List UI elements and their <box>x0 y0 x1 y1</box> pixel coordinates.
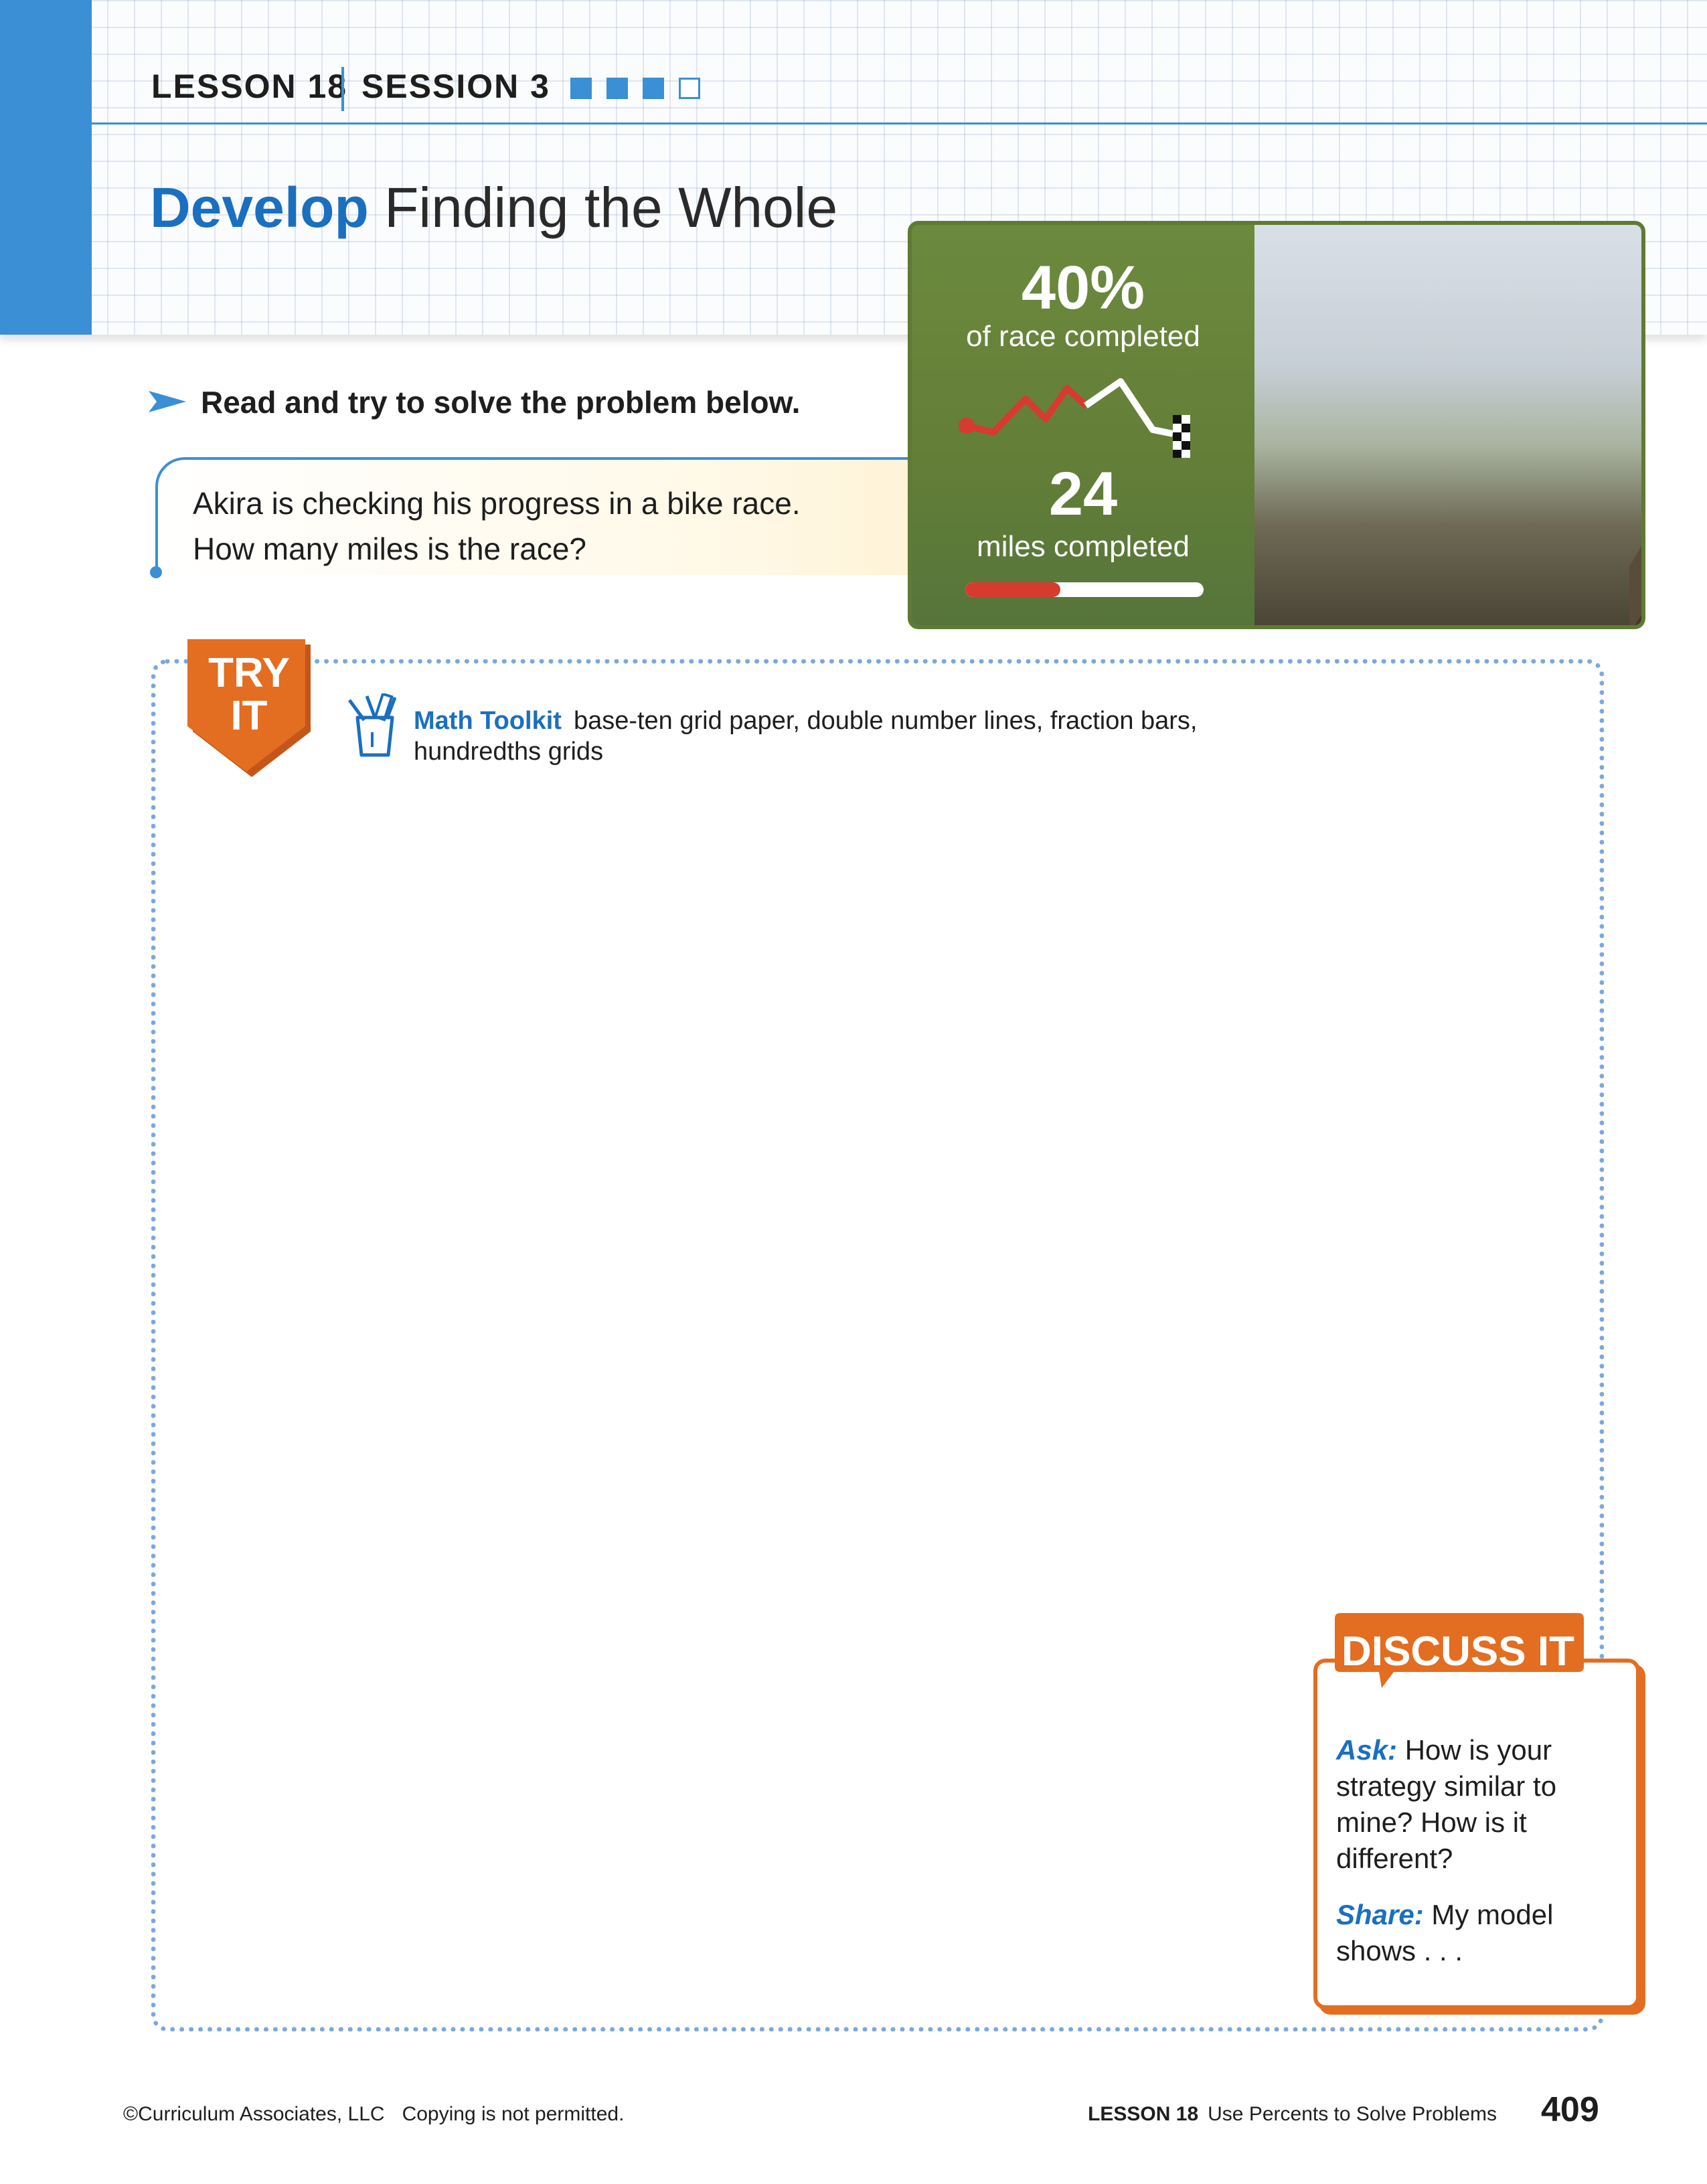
problem-line-1: Akira is checking his progress in a bike… <box>193 486 801 521</box>
page-number: 409 <box>1541 2090 1599 2129</box>
session-progress <box>570 78 700 99</box>
instruction-text: Read and try to solve the problem below. <box>201 385 801 420</box>
footer-left: ©Curriculum Associates, LLC Copying is no… <box>123 2103 624 2126</box>
page-title: Develop Finding the Whole <box>150 175 837 240</box>
percent-completed-label: of race completed <box>966 320 1200 353</box>
pencil-cup-icon <box>347 693 397 757</box>
lesson-session-divider <box>341 67 344 111</box>
race-progress-bar <box>965 582 1204 597</box>
miles-completed-label: miles completed <box>977 530 1190 563</box>
discuss-share: Share: My model shows . . . <box>1336 1897 1617 1969</box>
checkered-flag-icon <box>1173 415 1190 458</box>
math-toolkit-label: Math Toolkit <box>414 707 562 735</box>
math-toolkit-items-2: hundredths grids <box>414 738 604 766</box>
try-it-label-line-2: IT <box>230 693 268 739</box>
arrow-right-icon <box>149 391 186 412</box>
problem-callout-dot <box>150 566 162 578</box>
session-progress-square-done <box>606 78 628 99</box>
page-title-topic: Finding the Whole <box>384 176 838 239</box>
race-progress-bar-fill <box>965 582 1061 597</box>
header-rule <box>92 122 1707 124</box>
header-color-tab <box>0 0 92 335</box>
mountain-biker-image <box>1629 546 1641 625</box>
discuss-share-label: Share: <box>1336 1899 1424 1930</box>
math-toolkit: Math Toolkit base-ten grid paper, double … <box>414 705 1284 767</box>
math-toolkit-items: base-ten grid paper, double number lines… <box>573 707 1198 735</box>
session-label: SESSION 3 <box>361 68 550 105</box>
session-progress-square-todo <box>679 78 700 99</box>
try-it-label: TRY IT <box>189 652 309 738</box>
footer-copyright: ©Curriculum Associates, LLC <box>123 2103 385 2125</box>
problem-text: Akira is checking his progress in a bike… <box>193 481 801 572</box>
race-route-icon <box>959 378 1190 458</box>
footer-right: LESSON 18 Use Percents to Solve Problems <box>1088 2103 1497 2126</box>
session-progress-square-done <box>570 78 592 99</box>
percent-completed-value: 40% <box>1021 254 1145 322</box>
lesson-label: LESSON 18 <box>151 68 348 105</box>
footer-notice: Copying is not permitted. <box>402 2103 625 2125</box>
miles-completed-value: 24 <box>1048 460 1118 528</box>
footer-lesson-title: Use Percents to Solve Problems <box>1208 2103 1497 2125</box>
cyclist-photo <box>1254 225 1641 625</box>
try-it-label-line-1: TRY <box>208 650 290 696</box>
discuss-it-prompts: Ask: How is your strategy similar to min… <box>1336 1732 1617 1989</box>
footer-lesson: LESSON 18 <box>1088 2103 1199 2125</box>
session-progress-square-done <box>643 78 664 99</box>
race-progress-graphic: 40% of race completed 24 miles completed <box>908 221 1645 629</box>
problem-line-2: How many miles is the race? <box>193 531 586 566</box>
discuss-it-label: DISCUSS IT <box>1342 1628 1574 1675</box>
discuss-ask-label: Ask: <box>1336 1734 1398 1766</box>
page-title-develop: Develop <box>150 176 369 239</box>
discuss-ask: Ask: How is your strategy similar to min… <box>1336 1732 1617 1877</box>
